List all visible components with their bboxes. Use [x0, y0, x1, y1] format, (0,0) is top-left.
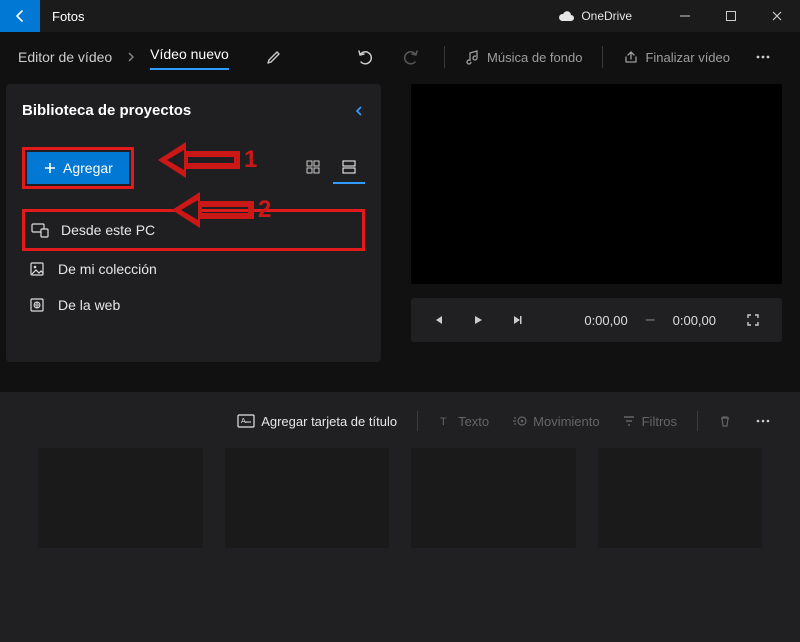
step-back-icon: [433, 313, 447, 327]
storyboard-panel: A Agregar tarjeta de título T Texto Movi…: [0, 392, 800, 642]
annotation-box-1: Agregar: [22, 147, 134, 189]
text-button[interactable]: T Texto: [430, 410, 497, 433]
filters-icon: [622, 414, 636, 428]
bg-music-button[interactable]: Música de fondo: [459, 39, 588, 75]
annotation-number-1: 1: [244, 146, 257, 174]
minimize-button[interactable]: [662, 0, 708, 32]
annotation-number-2: 2: [258, 196, 271, 224]
edit-title-button[interactable]: [255, 39, 293, 75]
finalize-label: Finalizar vídeo: [645, 50, 730, 65]
menu-from-my-collection[interactable]: De mi colección: [22, 251, 365, 287]
menu-from-web-label: De la web: [58, 297, 120, 313]
annotation-arrow-2: 2: [172, 192, 271, 228]
trash-icon: [718, 414, 732, 428]
filters-button[interactable]: Filtros: [614, 410, 685, 433]
project-library-panel: Biblioteca de proyectos Agregar: [6, 84, 381, 362]
motion-label: Movimiento: [533, 414, 599, 429]
step-forward-icon: [509, 313, 523, 327]
add-title-card-button[interactable]: A Agregar tarjeta de título: [229, 410, 405, 433]
play-button[interactable]: [461, 303, 495, 337]
storyboard-clip-placeholder[interactable]: [411, 448, 576, 548]
devices-icon: [31, 222, 49, 238]
close-button[interactable]: [754, 0, 800, 32]
redo-button[interactable]: [392, 39, 430, 75]
svg-text:T: T: [440, 416, 447, 428]
more-icon: [754, 48, 772, 66]
text-icon: T: [438, 414, 452, 428]
add-button[interactable]: Agregar: [27, 152, 129, 184]
storyboard-clip-placeholder[interactable]: [38, 448, 203, 548]
delete-button[interactable]: [710, 410, 740, 432]
add-button-label: Agregar: [63, 160, 113, 176]
onedrive-label: OneDrive: [581, 9, 632, 23]
library-title: Biblioteca de proyectos: [22, 102, 191, 119]
collapse-library-button[interactable]: [353, 105, 365, 117]
motion-button[interactable]: Movimiento: [503, 410, 607, 433]
prev-frame-button[interactable]: [423, 303, 457, 337]
back-button[interactable]: [0, 0, 40, 32]
menu-from-pc-label: Desde este PC: [61, 222, 155, 238]
current-time: 0:00,00: [584, 313, 627, 328]
more-icon: [754, 412, 772, 430]
undo-button[interactable]: [346, 39, 384, 75]
time-separator: –: [646, 311, 655, 329]
music-icon: [465, 49, 481, 65]
undo-icon: [355, 47, 375, 67]
menu-from-the-web[interactable]: De la web: [22, 287, 365, 323]
onedrive-status[interactable]: OneDrive: [557, 9, 632, 23]
pencil-icon: [265, 48, 283, 66]
maximize-button[interactable]: [708, 0, 754, 32]
more-button[interactable]: [744, 39, 782, 75]
video-title-label: Vídeo nuevo: [150, 46, 229, 62]
fullscreen-button[interactable]: [736, 303, 770, 337]
total-time: 0:00,00: [673, 313, 716, 328]
grid-small-view-button[interactable]: [297, 152, 329, 184]
breadcrumb-current[interactable]: Vídeo nuevo: [150, 46, 229, 68]
image-icon: [28, 261, 46, 277]
play-icon: [471, 313, 485, 327]
text-label: Texto: [458, 414, 489, 429]
fullscreen-icon: [745, 312, 761, 328]
finalize-button[interactable]: Finalizar vídeo: [617, 39, 736, 75]
storyboard-more-button[interactable]: [746, 408, 780, 434]
app-title: Fotos: [52, 9, 85, 24]
breadcrumb-root[interactable]: Editor de vídeo: [18, 49, 112, 65]
playback-controls: 0:00,00 – 0:00,00: [411, 298, 782, 342]
menu-from-collection-label: De mi colección: [58, 261, 157, 277]
filters-label: Filtros: [642, 414, 677, 429]
chevron-left-icon: [353, 105, 365, 117]
annotation-arrow-1: 1: [158, 142, 257, 178]
grid-small-icon: [305, 159, 321, 175]
motion-icon: [511, 414, 527, 428]
add-title-card-label: Agregar tarjeta de título: [261, 414, 397, 429]
web-image-icon: [28, 297, 46, 313]
next-frame-button[interactable]: [499, 303, 533, 337]
plus-icon: [43, 161, 57, 175]
redo-icon: [401, 47, 421, 67]
storyboard-clip-placeholder[interactable]: [598, 448, 763, 548]
bg-music-label: Música de fondo: [487, 50, 582, 65]
grid-large-icon: [341, 159, 357, 175]
cloud-icon: [557, 10, 575, 22]
grid-large-view-button[interactable]: [333, 152, 365, 184]
export-icon: [623, 49, 639, 65]
video-preview[interactable]: [411, 84, 782, 284]
title-card-icon: A: [237, 414, 255, 428]
chevron-right-icon: [126, 52, 136, 62]
storyboard-clip-placeholder[interactable]: [225, 448, 390, 548]
